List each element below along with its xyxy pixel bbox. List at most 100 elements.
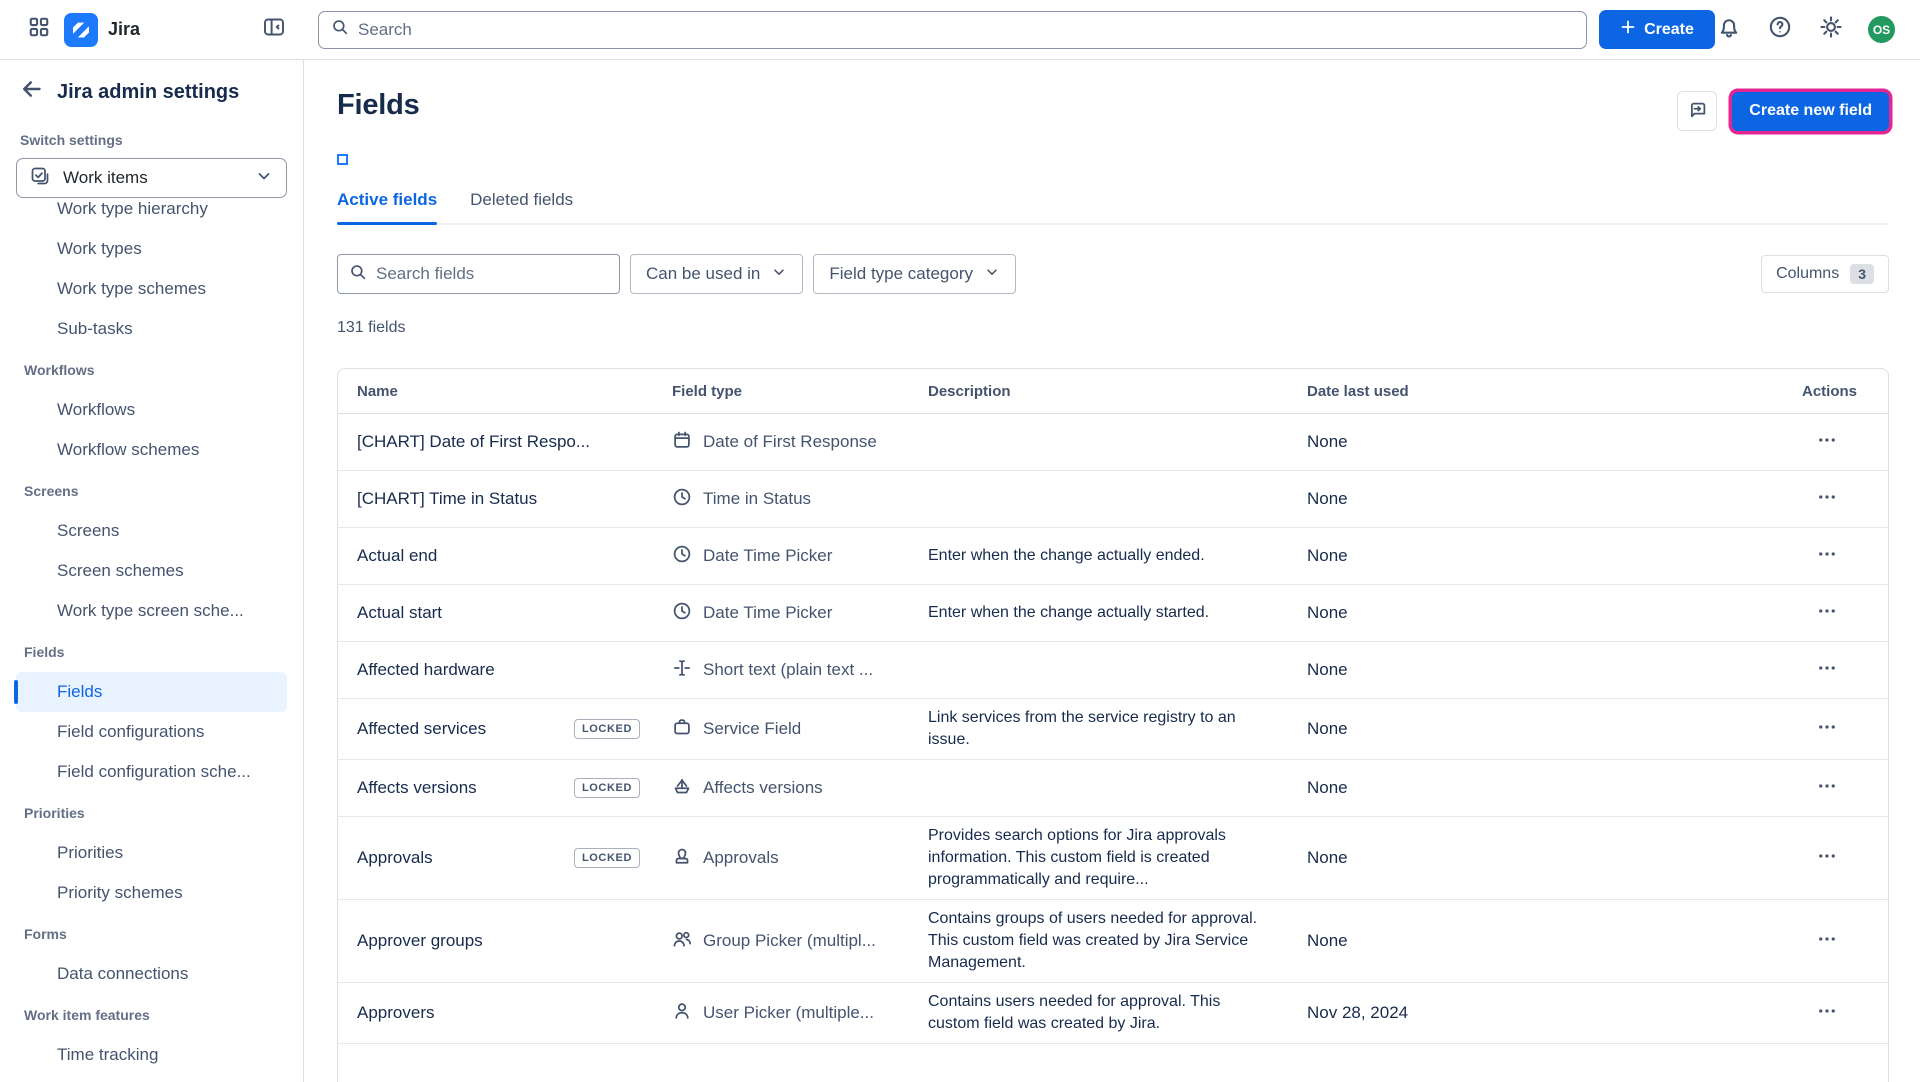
table-row[interactable]: Affected hardware Short text (plain text… bbox=[338, 642, 1888, 699]
actions-cell bbox=[1792, 776, 1888, 800]
filter-toolbar: Search fields Can be used in Field type … bbox=[337, 254, 1889, 294]
row-actions-button[interactable] bbox=[1812, 1001, 1842, 1025]
locked-badge: LOCKED bbox=[574, 778, 640, 798]
sidebar-section-header: Priorities bbox=[0, 792, 303, 833]
text-cursor-icon bbox=[672, 658, 692, 683]
field-name: Affects versions bbox=[357, 778, 477, 798]
clock-icon bbox=[672, 487, 692, 512]
field-name: Affected services bbox=[357, 719, 486, 739]
help-button[interactable] bbox=[1766, 16, 1794, 44]
settings-switcher-select[interactable]: Work items bbox=[16, 158, 287, 198]
create-button[interactable]: Create bbox=[1599, 10, 1715, 49]
sidebar-item-workflow-schemes[interactable]: Workflow schemes bbox=[16, 430, 287, 470]
field-name: [CHART] Date of First Respo... bbox=[357, 432, 590, 452]
row-actions-button[interactable] bbox=[1812, 846, 1842, 870]
sidebar-item-screen-schemes[interactable]: Screen schemes bbox=[16, 551, 287, 591]
row-actions-button[interactable] bbox=[1812, 776, 1842, 800]
row-actions-button[interactable] bbox=[1812, 658, 1842, 682]
arrow-left-icon[interactable] bbox=[20, 77, 44, 107]
locked-badge: LOCKED bbox=[574, 848, 640, 868]
sidebar-item-priorities[interactable]: Priorities bbox=[16, 833, 287, 873]
field-description: Contains groups of users needed for appr… bbox=[928, 908, 1307, 974]
field-type-cell: Group Picker (multipl... bbox=[672, 929, 928, 954]
table-row[interactable]: Actual end Date Time Picker Enter when t… bbox=[338, 528, 1888, 585]
table-row[interactable]: [CHART] Time in Status Time in Status No… bbox=[338, 471, 1888, 528]
table-row[interactable]: Affected services LOCKED Service Field L… bbox=[338, 699, 1888, 760]
notifications-button[interactable] bbox=[1715, 16, 1743, 44]
actions-cell bbox=[1792, 846, 1888, 870]
field-name-cell: [CHART] Date of First Respo... bbox=[338, 432, 672, 452]
sidebar-item-time-tracking[interactable]: Time tracking bbox=[16, 1035, 287, 1075]
field-name-cell: Affected hardware bbox=[338, 660, 672, 680]
column-header-field-type[interactable]: Field type bbox=[672, 383, 928, 400]
row-actions-button[interactable] bbox=[1812, 929, 1842, 953]
topbar-right-icons: OS bbox=[1715, 16, 1920, 44]
row-actions-button[interactable] bbox=[1812, 487, 1842, 511]
clock-icon bbox=[672, 601, 692, 626]
jira-admin-app: Jira Search C bbox=[0, 0, 1920, 1082]
field-description: Provides search options for Jira approva… bbox=[928, 825, 1307, 891]
sidebar-item-work-type-screen-sche[interactable]: Work type screen sche... bbox=[16, 591, 287, 631]
column-header-name[interactable]: Name bbox=[338, 383, 672, 400]
sidebar-item-data-connections[interactable]: Data connections bbox=[16, 954, 287, 994]
search-fields-input[interactable]: Search fields bbox=[337, 254, 620, 294]
app-name: Jira bbox=[108, 19, 140, 40]
page-title-row: Fields Create new field bbox=[337, 89, 1889, 131]
fields-tabs: Active fields Deleted fields bbox=[337, 190, 1889, 225]
global-search-placeholder: Search bbox=[358, 20, 412, 40]
sidebar-item-sub-tasks[interactable]: Sub-tasks bbox=[16, 309, 287, 349]
user-avatar[interactable]: OS bbox=[1868, 16, 1895, 43]
feedback-button[interactable] bbox=[1677, 91, 1717, 131]
sidebar-item-field-configurations[interactable]: Field configurations bbox=[16, 712, 287, 752]
sidebar-collapse-button[interactable] bbox=[258, 14, 290, 46]
task-checkbox-icon bbox=[30, 166, 50, 191]
sidebar-item-work-type-schemes[interactable]: Work type schemes bbox=[16, 269, 287, 309]
field-type-category-filter[interactable]: Field type category bbox=[813, 254, 1016, 294]
table-row[interactable]: Affects versions LOCKED Affects versions… bbox=[338, 760, 1888, 817]
help-icon bbox=[1768, 15, 1792, 44]
actions-cell bbox=[1792, 544, 1888, 568]
row-actions-button[interactable] bbox=[1812, 430, 1842, 454]
field-name: Approvals bbox=[357, 848, 433, 868]
field-type-cell: Time in Status bbox=[672, 487, 928, 512]
table-row[interactable]: Approvals LOCKED Approvals Provides sear… bbox=[338, 817, 1888, 900]
columns-button[interactable]: Columns 3 bbox=[1761, 255, 1889, 293]
field-type-cell: Date Time Picker bbox=[672, 601, 928, 626]
topbar-left: Jira bbox=[0, 13, 304, 47]
field-name-cell: Approvers bbox=[338, 1003, 672, 1023]
field-type-label: Approvals bbox=[703, 848, 779, 868]
sidebar-item-priority-schemes[interactable]: Priority schemes bbox=[16, 873, 287, 913]
field-type-cell: Affects versions bbox=[672, 776, 928, 801]
sidebar-item-screens[interactable]: Screens bbox=[16, 511, 287, 551]
row-actions-button[interactable] bbox=[1812, 601, 1842, 625]
table-row[interactable]: [CHART] Date of First Respo... Date of F… bbox=[338, 414, 1888, 471]
plus-icon bbox=[1620, 19, 1636, 40]
field-description: Enter when the change actually ended. bbox=[928, 545, 1307, 567]
tab-active-fields[interactable]: Active fields bbox=[337, 190, 437, 223]
settings-button[interactable] bbox=[1817, 16, 1845, 44]
table-body: [CHART] Date of First Respo... Date of F… bbox=[338, 414, 1888, 1082]
more-dots-icon bbox=[1817, 1001, 1837, 1026]
table-row[interactable]: Approvers User Picker (multiple... Conta… bbox=[338, 983, 1888, 1044]
can-be-used-in-filter[interactable]: Can be used in bbox=[630, 254, 803, 294]
global-search-input[interactable]: Search bbox=[318, 11, 1587, 49]
app-switcher-button[interactable] bbox=[22, 13, 56, 47]
column-header-date-last-used[interactable]: Date last used bbox=[1307, 383, 1792, 400]
sidebar-item-work-types[interactable]: Work types bbox=[16, 229, 287, 269]
date-last-used: None bbox=[1307, 660, 1792, 680]
actions-cell bbox=[1792, 658, 1888, 682]
row-actions-button[interactable] bbox=[1812, 544, 1842, 568]
clock-icon bbox=[672, 544, 692, 569]
sidebar-item-fields[interactable]: Fields bbox=[16, 672, 287, 712]
column-header-description[interactable]: Description bbox=[928, 383, 1307, 400]
table-row[interactable]: Actual start Date Time Picker Enter when… bbox=[338, 585, 1888, 642]
create-new-field-button[interactable]: Create new field bbox=[1732, 92, 1889, 131]
sidebar-item-workflows[interactable]: Workflows bbox=[16, 390, 287, 430]
tab-deleted-fields[interactable]: Deleted fields bbox=[470, 190, 573, 223]
jira-logo-icon[interactable] bbox=[64, 13, 98, 47]
field-name: Approvers bbox=[357, 1003, 434, 1023]
field-description: Contains users needed for approval. This… bbox=[928, 991, 1307, 1035]
sidebar-item-field-configuration-sche[interactable]: Field configuration sche... bbox=[16, 752, 287, 792]
table-row[interactable]: Approver groups Group Picker (multipl...… bbox=[338, 900, 1888, 983]
row-actions-button[interactable] bbox=[1812, 717, 1842, 741]
